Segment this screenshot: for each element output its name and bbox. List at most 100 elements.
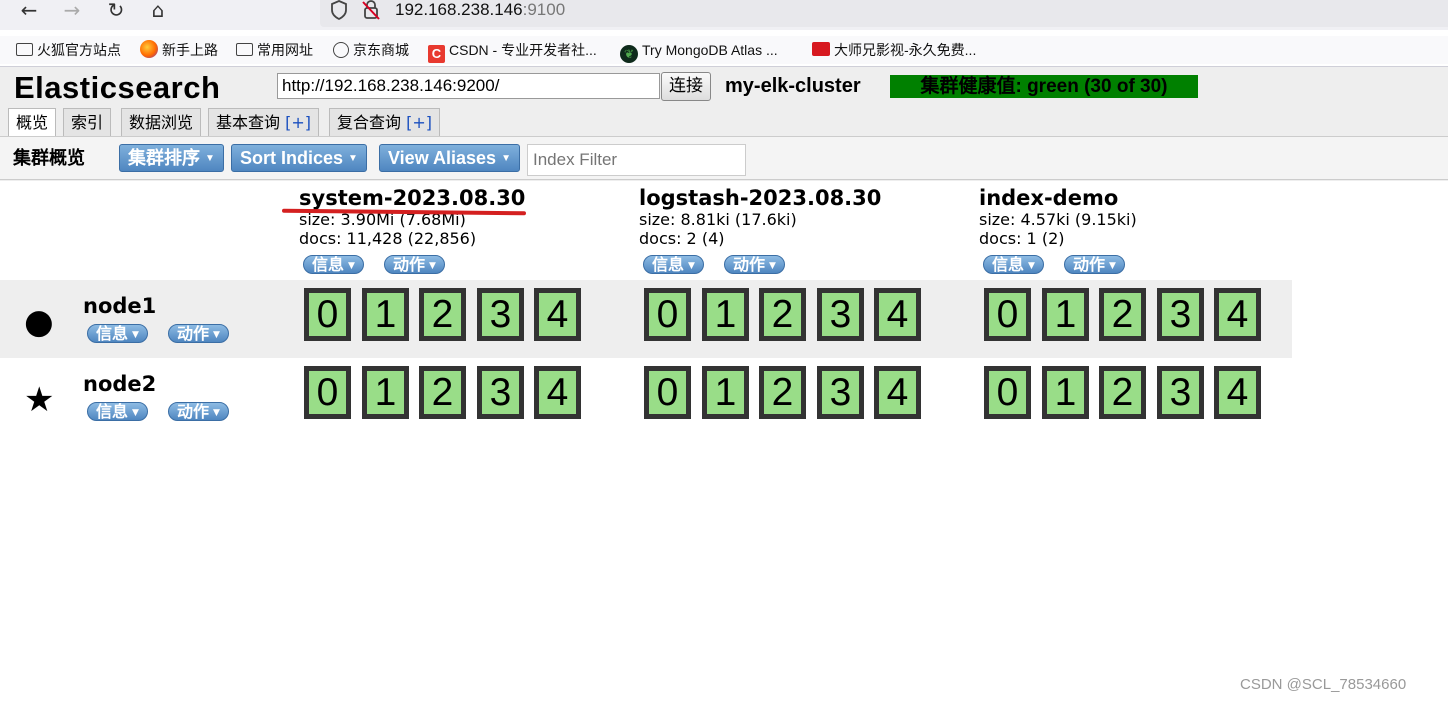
shard-box[interactable]: 2 [759,288,806,341]
cluster-health-badge: 集群健康值: green (30 of 30) [890,75,1198,98]
caret-down-icon: ▼ [213,408,220,418]
shard-box[interactable]: 0 [304,288,351,341]
bookmark-item[interactable]: 火狐官方站点 [16,40,121,60]
caret-down-icon: ▼ [769,261,776,271]
bookmarks-bar: 火狐官方站点 新手上路 常用网址 京东商城 C CSDN - 专业开发者社... … [0,36,1448,64]
forward-arrow-icon[interactable]: → [60,0,84,22]
node-action-button[interactable]: 动作 ▼ [168,402,229,421]
shard-box[interactable]: 2 [419,288,466,341]
node-info-button[interactable]: 信息 ▼ [87,402,148,421]
shard-box[interactable]: 0 [304,366,351,419]
shard-box[interactable]: 0 [644,288,691,341]
overview-title: 集群概览 [13,148,85,169]
index-info-button[interactable]: 信息 ▼ [643,255,704,274]
browser-toolbar: ← → ↻ ⌂ 192.168.238.146:9100 [0,0,1448,30]
insecure-lock-icon[interactable] [362,0,380,25]
caret-down-icon: ▼ [501,153,511,164]
shard-box[interactable]: 4 [534,366,581,419]
index-name[interactable]: system-2023.08.30 [299,186,619,210]
shard-box[interactable]: 1 [362,288,409,341]
index-info-button[interactable]: 信息 ▼ [303,255,364,274]
caret-down-icon: ▼ [132,330,139,340]
tab-indices[interactable]: 索引 [63,108,112,136]
index-name[interactable]: index-demo [979,186,1299,210]
shard-box[interactable]: 3 [477,288,524,341]
caret-down-icon: ▼ [213,330,220,340]
bookmark-item[interactable]: 京东商城 [333,40,409,60]
index-header: logstash-2023.08.30 size: 8.81ki (17.6ki… [639,186,959,248]
shard-box[interactable]: 3 [1157,366,1204,419]
shard-box[interactable]: 2 [419,366,466,419]
folder-icon [16,43,33,56]
caret-down-icon: ▼ [688,261,695,271]
bookmark-item[interactable]: 新手上路 [140,40,218,60]
film-icon [812,42,830,56]
shard-box[interactable]: 2 [1099,366,1146,419]
shard-box[interactable]: 1 [702,366,749,419]
globe-icon [333,42,349,58]
index-size: size: 4.57ki (9.15ki) [979,210,1137,229]
shard-box[interactable]: 2 [1099,288,1146,341]
tab-browser[interactable]: 数据浏览 [121,108,202,136]
master-star-icon: ★ [24,380,55,420]
shard-box[interactable]: 0 [644,366,691,419]
tab-compound-query[interactable]: 复合查询 [+] [329,108,440,136]
firefox-icon [140,40,158,58]
sort-indices-button[interactable]: Sort Indices ▼ [231,144,367,172]
shard-box[interactable]: 3 [817,288,864,341]
tab-overview[interactable]: 概览 [8,108,57,137]
cluster-name: my-elk-cluster [725,75,861,97]
caret-down-icon: ▼ [205,153,215,164]
index-filter-input[interactable] [527,144,746,176]
bookmark-item[interactable]: 常用网址 [236,40,313,60]
shard-box[interactable]: 0 [984,366,1031,419]
home-icon[interactable]: ⌂ [146,0,170,22]
sort-cluster-button[interactable]: 集群排序 ▼ [119,144,224,172]
index-header: index-demo size: 4.57ki (9.15ki) docs: 1… [979,186,1299,248]
shard-box[interactable]: 1 [1042,288,1089,341]
shard-box[interactable]: 1 [702,288,749,341]
shard-box[interactable]: 3 [477,366,524,419]
index-size: size: 8.81ki (17.6ki) [639,210,797,229]
index-name[interactable]: logstash-2023.08.30 [639,186,959,210]
node-info-button[interactable]: 信息 ▼ [87,324,148,343]
csdn-icon: C [428,45,445,63]
caret-down-icon: ▼ [348,153,358,164]
index-action-button[interactable]: 动作 ▼ [724,255,785,274]
shard-box[interactable]: 4 [874,288,921,341]
folder-icon [236,43,253,56]
shard-box[interactable]: 4 [534,288,581,341]
tab-basic-query[interactable]: 基本查询 [+] [208,108,319,136]
node-name[interactable]: node2 [83,372,156,396]
index-action-button[interactable]: 动作 ▼ [384,255,445,274]
node-name[interactable]: node1 [83,294,156,318]
connect-button[interactable]: 连接 [661,72,711,101]
shard-box[interactable]: 4 [1214,288,1261,341]
bookmark-item[interactable]: C CSDN - 专业开发者社... [428,40,597,63]
bookmark-item[interactable]: 大师兄影视-永久免费... [812,40,976,60]
shard-box[interactable]: 4 [874,366,921,419]
caret-down-icon: ▼ [348,261,355,271]
shard-box[interactable]: 1 [362,366,409,419]
index-docs: docs: 11,428 (22,856) [299,229,477,248]
shard-box[interactable]: 3 [1157,288,1204,341]
reload-icon[interactable]: ↻ [104,0,128,22]
address-bar[interactable]: 192.168.238.146:9100 [320,0,1448,27]
index-action-button[interactable]: 动作 ▼ [1064,255,1125,274]
index-info-button[interactable]: 信息 ▼ [983,255,1044,274]
shard-box[interactable]: 3 [817,366,864,419]
shard-box[interactable]: 0 [984,288,1031,341]
mongodb-icon: ❦ [620,45,638,63]
node-action-button[interactable]: 动作 ▼ [168,324,229,343]
view-aliases-button[interactable]: View Aliases ▼ [379,144,520,172]
shard-box[interactable]: 2 [759,366,806,419]
bookmark-item[interactable]: ❦ Try MongoDB Atlas ... [620,40,778,63]
shard-box[interactable]: 1 [1042,366,1089,419]
back-arrow-icon[interactable]: ← [17,0,41,22]
shield-icon[interactable] [330,0,348,25]
caret-down-icon: ▼ [1109,261,1116,271]
index-docs: docs: 1 (2) [979,229,1065,248]
shard-box[interactable]: 4 [1214,366,1261,419]
app-title: Elasticsearch [14,70,221,105]
connect-url-input[interactable] [277,73,660,99]
